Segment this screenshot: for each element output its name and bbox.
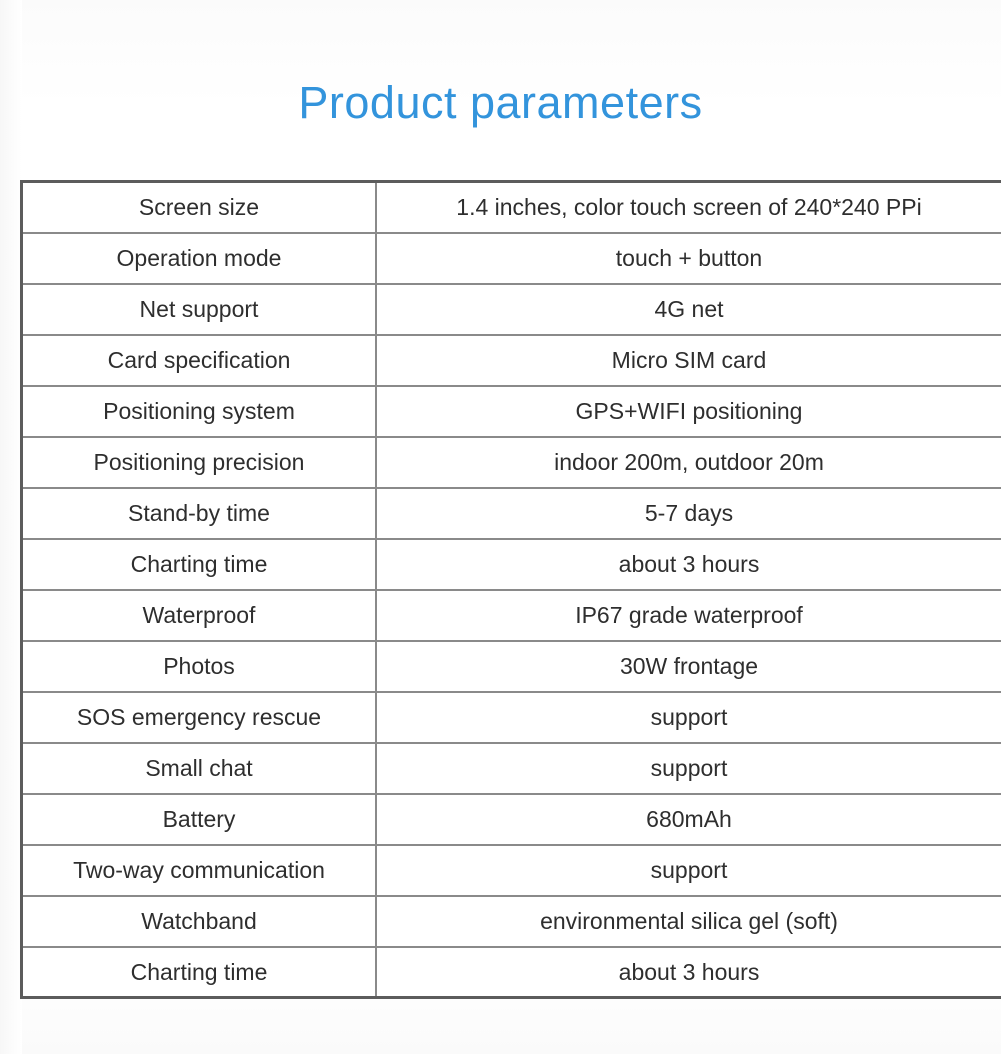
- table-row: Operation mode touch + button: [21, 231, 1001, 284]
- parameter-name-cell: Charting time: [21, 537, 377, 590]
- parameter-value-cell: about 3 hours: [376, 537, 1001, 590]
- table-row: Positioning system GPS+WIFI positioning: [21, 384, 1001, 437]
- table-row: Waterproof IP67 grade waterproof: [21, 588, 1001, 641]
- parameter-name-cell: Stand-by time: [21, 486, 377, 539]
- parameter-name-cell: Screen size: [21, 181, 377, 233]
- product-parameters-table: Screen size 1.4 inches, color touch scree…: [20, 180, 1001, 999]
- table-body: Screen size 1.4 inches, color touch scree…: [21, 181, 1001, 998]
- parameter-value-cell: environmental silica gel (soft): [376, 894, 1001, 947]
- table-row: Two-way communication support: [21, 843, 1001, 896]
- parameter-value-cell: GPS+WIFI positioning: [376, 384, 1001, 437]
- parameter-value-cell: 30W frontage: [376, 639, 1001, 692]
- table-row: Battery 680mAh: [21, 792, 1001, 845]
- table-row: Card specification Micro SIM card: [21, 333, 1001, 386]
- table-row: SOS emergency rescue support: [21, 690, 1001, 743]
- parameter-name-cell: Photos: [21, 639, 377, 692]
- parameter-name-cell: Small chat: [21, 741, 377, 794]
- product-parameters-page: Product parameters Screen size 1.4 inches…: [0, 0, 1001, 1054]
- parameter-name-cell: SOS emergency rescue: [21, 690, 377, 743]
- table-row: Watchband environmental silica gel (soft): [21, 894, 1001, 947]
- parameter-name-cell: Charting time: [21, 945, 377, 998]
- parameter-value-cell: Micro SIM card: [376, 333, 1001, 386]
- parameter-name-cell: Waterproof: [21, 588, 377, 641]
- parameter-value-cell: 1.4 inches, color touch screen of 240*24…: [456, 194, 922, 221]
- parameter-value-cell: 5-7 days: [376, 486, 1001, 539]
- parameter-value-cell: support: [376, 741, 1001, 794]
- page-title: Product parameters: [298, 77, 703, 128]
- table-row: Screen size 1.4 inches, color touch scree…: [21, 181, 1001, 233]
- parameter-value-cell: indoor 200m, outdoor 20m: [376, 435, 1001, 488]
- parameter-name-cell: Battery: [21, 792, 377, 845]
- table-row: Small chat support: [21, 741, 1001, 794]
- parameter-name-cell: Watchband: [21, 894, 377, 947]
- parameter-value-cell: touch + button: [376, 231, 1001, 284]
- parameter-value-cell: IP67 grade waterproof: [376, 588, 1001, 641]
- parameter-value-cell: 4G net: [376, 282, 1001, 335]
- parameter-value-cell: support: [376, 690, 1001, 743]
- parameter-name-cell: Net support: [21, 282, 377, 335]
- parameter-value-cell: about 3 hours: [376, 945, 1001, 998]
- parameter-value-cell: 680mAh: [376, 792, 1001, 845]
- table-row: Photos 30W frontage: [21, 639, 1001, 692]
- parameter-value-cell: support: [376, 843, 1001, 896]
- parameter-name-cell: Card specification: [21, 333, 377, 386]
- parameter-name-cell: Operation mode: [21, 231, 377, 284]
- table-row: Charting time about 3 hours: [21, 537, 1001, 590]
- table-row: Charting time about 3 hours: [21, 945, 1001, 998]
- table-row: Positioning precision indoor 200m, outdoo…: [21, 435, 1001, 488]
- parameter-name-cell: Two-way communication: [21, 843, 377, 896]
- parameter-name-cell: Positioning precision: [21, 435, 377, 488]
- table-row: Net support 4G net: [21, 282, 1001, 335]
- table-row: Stand-by time 5-7 days: [21, 486, 1001, 539]
- parameter-name-cell: Positioning system: [21, 384, 377, 437]
